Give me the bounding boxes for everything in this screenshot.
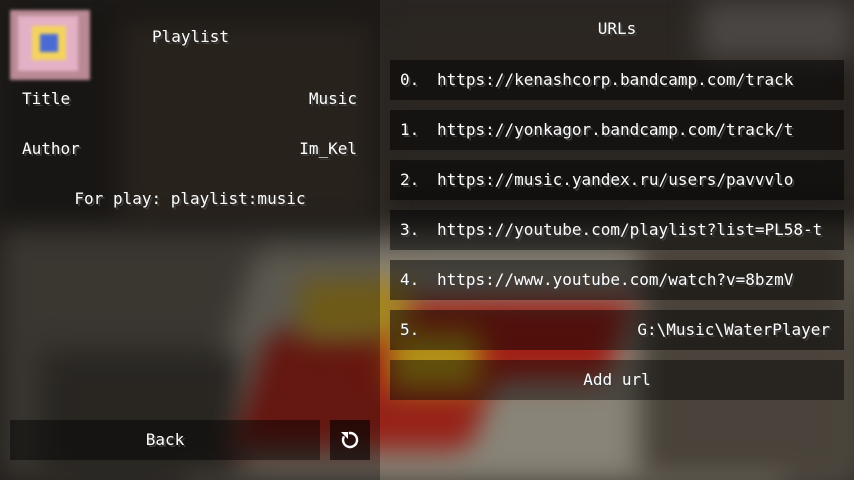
url-row-4[interactable]: 4. https://www.youtube.com/watch?v=8bzmV: [390, 260, 844, 300]
url-text: https://yonkagor.bandcamp.com/track/t: [437, 120, 794, 139]
url-text: https://music.yandex.ru/users/pavvvlo: [437, 170, 794, 189]
back-label: Back: [145, 430, 185, 449]
author-value: Im_Kel: [299, 139, 357, 158]
url-text: https://youtube.com/playlist?list=PL58-t: [437, 220, 823, 239]
url-row-2[interactable]: 2. https://music.yandex.ru/users/pavvvlo: [390, 160, 844, 200]
author-label: Author: [22, 139, 80, 158]
url-text: G:\Music\WaterPlayer: [637, 320, 830, 339]
url-row-3[interactable]: 3. https://youtube.com/playlist?list=PL5…: [390, 210, 844, 250]
url-index: 5.: [400, 320, 420, 339]
back-button[interactable]: Back: [10, 420, 320, 460]
url-index: 2.: [400, 170, 420, 189]
url-text: https://kenashcorp.bandcamp.com/track: [437, 70, 794, 89]
add-url-button[interactable]: Add url: [390, 360, 844, 400]
playlist-cover-icon: [10, 10, 90, 80]
title-label: Title: [22, 89, 71, 108]
url-index: 1.: [400, 120, 420, 139]
playlist-header: Playlist: [152, 27, 230, 46]
url-index: 3.: [400, 220, 420, 239]
reload-button[interactable]: [330, 420, 370, 460]
url-index: 0.: [400, 70, 420, 89]
play-command-hint: For play: playlist:music: [74, 189, 306, 208]
add-url-label: Add url: [583, 370, 651, 389]
url-text: https://www.youtube.com/watch?v=8bzmV: [437, 270, 794, 289]
urls-header: URLs: [597, 19, 637, 38]
url-index: 4.: [400, 270, 420, 289]
reload-icon: [341, 431, 359, 449]
title-value: Music: [308, 89, 357, 108]
url-row-0[interactable]: 0. https://kenashcorp.bandcamp.com/track: [390, 60, 844, 100]
url-row-1[interactable]: 1. https://yonkagor.bandcamp.com/track/t: [390, 110, 844, 150]
url-row-5[interactable]: 5. G:\Music\WaterPlayer: [390, 310, 844, 350]
